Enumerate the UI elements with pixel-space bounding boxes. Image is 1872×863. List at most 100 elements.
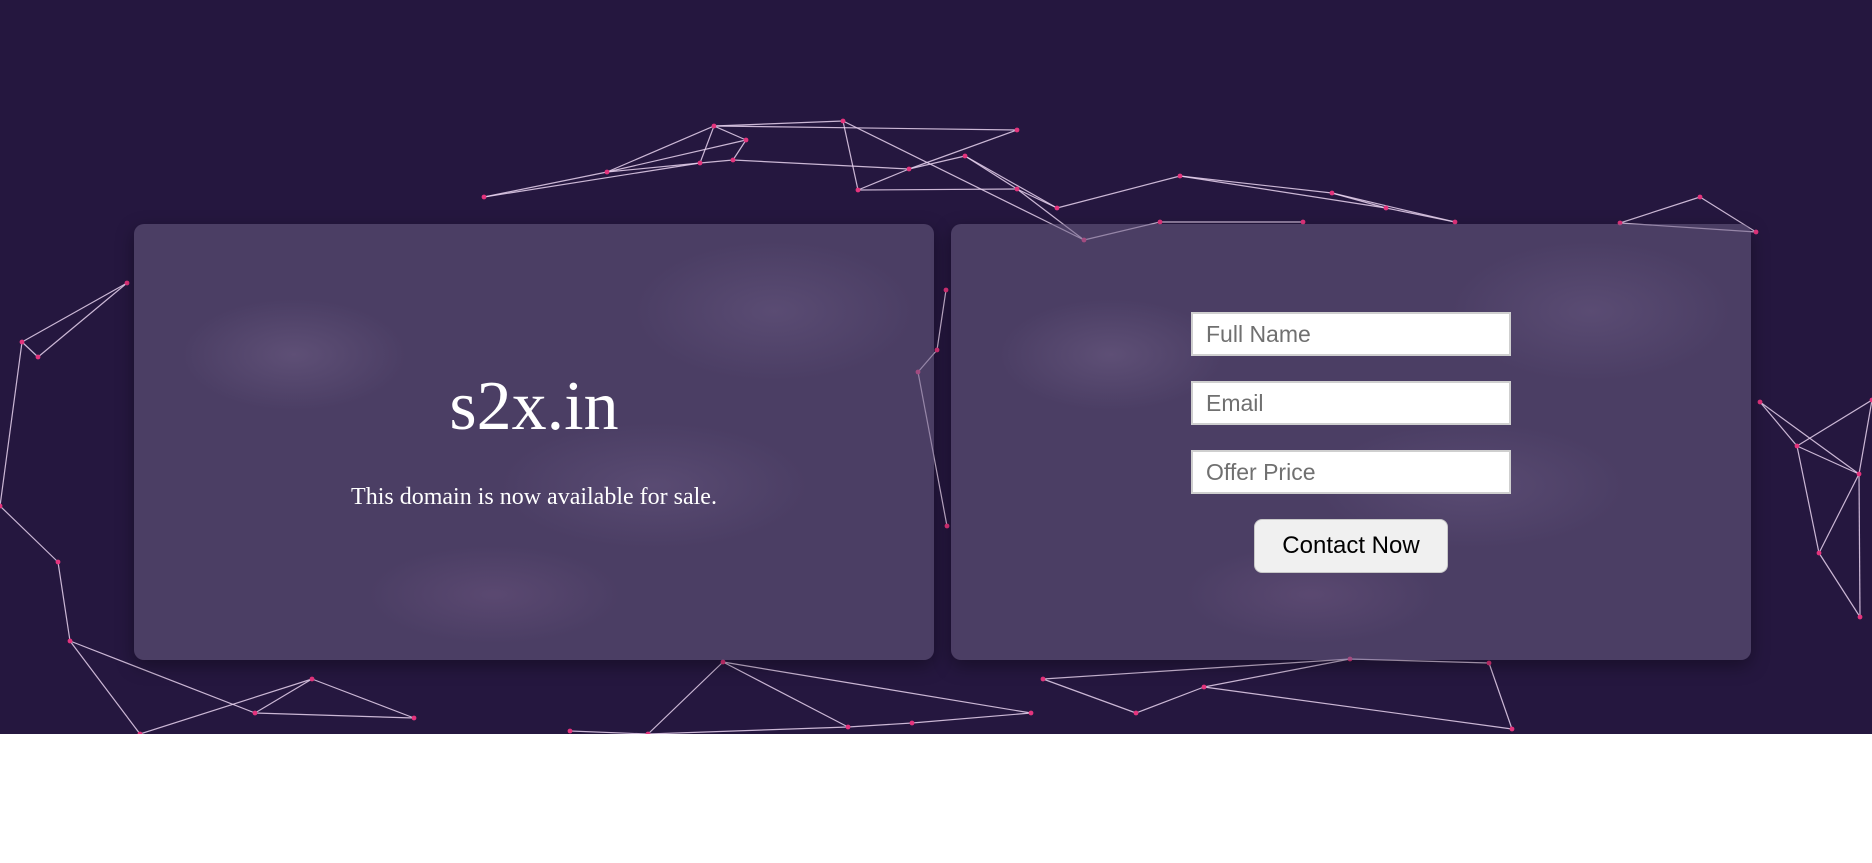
network-edge [21,282,128,343]
network-edge [713,125,1018,131]
network-edge [732,159,910,170]
network-node [944,523,950,529]
network-edge [713,120,844,127]
network-node [1383,205,1389,211]
network-node [743,137,749,143]
full-name-input[interactable] [1191,312,1511,356]
network-edge [254,678,313,714]
network-node [604,169,610,175]
network-edge [483,171,608,198]
network-edge [606,125,715,173]
network-node [411,715,417,721]
network-edge [254,712,415,719]
network-edge [936,289,947,351]
network-node [67,638,73,644]
network-edge [139,678,313,734]
network-edge [1818,552,1861,618]
network-node [1816,550,1822,556]
network-node [1040,676,1046,682]
network-node [1201,684,1207,690]
network-node [19,339,25,345]
network-node [1014,127,1020,133]
domain-title: s2x.in [449,368,619,445]
network-node [934,347,940,353]
network-edge [1759,401,1860,475]
network-edge [0,341,23,507]
network-edge [1179,175,1387,209]
network-edge [842,120,1085,241]
network-node [35,354,41,360]
network-edge [857,168,910,191]
network-node [1028,710,1034,716]
network-edge [1796,399,1872,447]
network-node [711,123,717,129]
hero-section: s2x.in This domain is now available for … [0,0,1872,734]
network-node [909,720,915,726]
network-edge [1179,175,1333,194]
network-edge [483,162,701,198]
network-edge [1056,175,1181,209]
network-node [1014,186,1020,192]
network-node [1856,471,1862,477]
network-node [943,287,949,293]
network-node [962,153,968,159]
network-node [252,710,258,716]
network-node [840,118,846,124]
network-node [1794,443,1800,449]
network-edge [1042,658,1351,680]
network-edge [1759,401,1798,447]
network-edge [1858,473,1861,618]
email-input[interactable] [1191,381,1511,425]
network-edge [1619,196,1701,224]
network-node [1329,190,1335,196]
network-node [124,280,130,286]
network-node [1177,173,1183,179]
network-node [720,659,726,665]
network-node [1054,205,1060,211]
network-edge [311,678,415,719]
network-node [1857,614,1863,620]
network-node [567,728,573,734]
network-edge [1042,678,1137,714]
network-edge [37,282,128,358]
domain-info-panel: s2x.in This domain is now available for … [134,224,934,660]
network-edge [1858,399,1872,475]
network-edge [1135,686,1205,714]
network-node [845,724,851,730]
contact-now-button[interactable]: Contact Now [1254,519,1448,573]
network-edge [713,125,747,141]
network-edge [21,341,39,358]
network-edge [57,561,71,642]
network-edge [1331,192,1456,223]
network-edge [1203,686,1513,730]
network-edge [857,188,1018,191]
network-edge [842,120,859,191]
network-node [906,166,912,172]
network-edge [908,129,1018,170]
contact-form: Contact Now [1191,312,1511,573]
network-node [1486,660,1492,666]
network-edge [647,726,849,734]
network-edge [964,155,1058,209]
network-node [481,194,487,200]
network-edge [1796,445,1820,554]
network-node [309,676,315,682]
network-edge [699,159,734,164]
network-edge [647,661,724,734]
contact-form-panel: Contact Now [951,224,1751,660]
network-edge [1818,473,1860,554]
sale-message: This domain is now available for sale. [351,484,717,510]
network-node [730,157,736,163]
network-edge [0,505,59,563]
network-edge [1488,662,1513,730]
network-edge [722,661,1032,714]
network-node [1757,399,1763,405]
network-edge [847,722,913,728]
network-node [1509,726,1515,732]
network-edge [911,712,1032,724]
offer-price-input[interactable] [1191,450,1511,494]
network-node [855,187,861,193]
page-footer-blank [0,734,1872,863]
network-edge [1796,445,1860,475]
network-node [1753,229,1759,235]
